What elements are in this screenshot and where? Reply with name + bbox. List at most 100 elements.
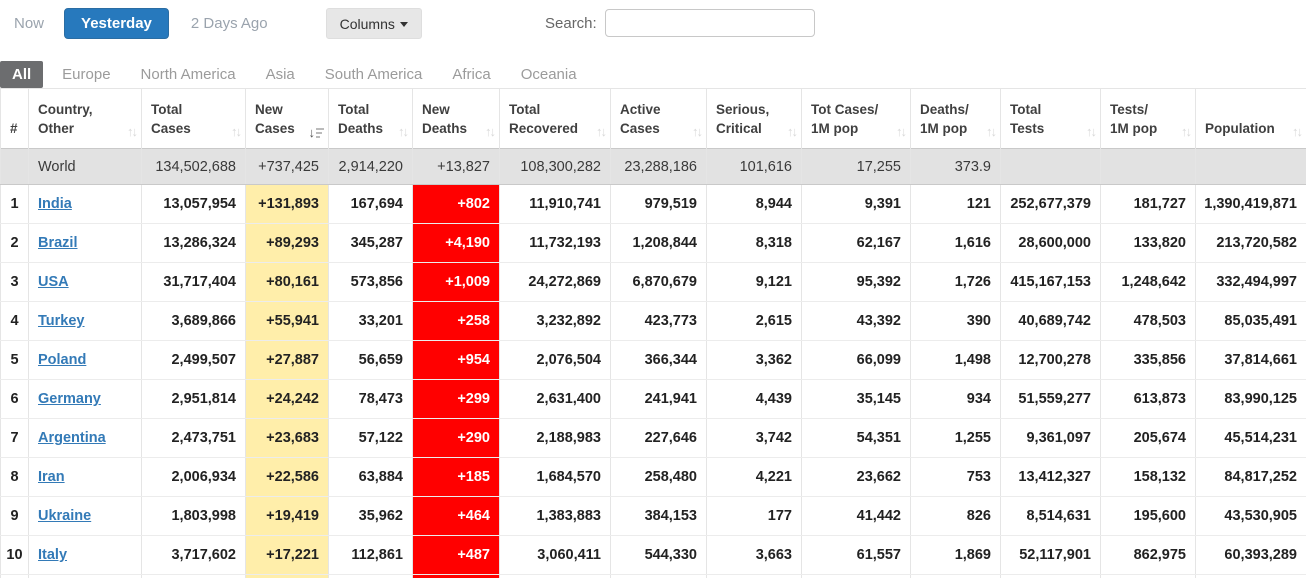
cell-new_deaths: +290: [412, 418, 500, 458]
column-header-new_cases[interactable]: New Cases ↓: [245, 88, 329, 149]
cell-total_deaths: 57,122: [328, 418, 413, 458]
cell-tot_cases_1m: 9,391: [801, 184, 911, 224]
column-header-tests_1m[interactable]: Tests/1M pop ↑↓: [1100, 88, 1196, 149]
cell-total_tests: 252,677,379: [1000, 184, 1101, 224]
country-link[interactable]: Brazil: [38, 235, 78, 251]
country-link[interactable]: Poland: [38, 352, 86, 368]
country-link[interactable]: Iran: [38, 469, 65, 485]
cell-deaths_1m: 373.9: [910, 148, 1001, 185]
column-header-active_cases[interactable]: Active Cases ↑↓: [610, 88, 707, 149]
country-link[interactable]: Argentina: [38, 430, 106, 446]
cell-active_cases: 366,344: [610, 340, 707, 380]
column-header-tot_cases_1m[interactable]: Tot Cases/1M pop ↑↓: [801, 88, 911, 149]
cell-index: 7: [0, 418, 29, 458]
tab-all[interactable]: All: [0, 61, 44, 88]
cell-total_recovered: 24,272,869: [499, 262, 611, 302]
column-header-index: #: [0, 88, 29, 149]
cell-country: [28, 574, 142, 578]
search-input[interactable]: [604, 9, 815, 37]
cell-serious_critical: 4,221: [706, 457, 802, 497]
header-line1: Country,: [38, 101, 93, 117]
country-link[interactable]: Ukraine: [38, 508, 91, 524]
cell-new_deaths: +13,827: [412, 148, 500, 185]
cell-total_tests: 8,514,631: [1000, 496, 1101, 536]
now-button[interactable]: Now: [14, 8, 44, 39]
cell-tot_cases_1m: 17,255: [801, 148, 911, 185]
country-link[interactable]: USA: [38, 274, 69, 290]
table-row-iran: 8 Iran 2,006,934 +22,586 63,884 +185 1,684,570…: [0, 457, 1306, 497]
cell-population: 43,530,905: [1195, 496, 1306, 536]
cell-tot_cases_1m: 62,167: [801, 223, 911, 263]
cell-new_cases: +17,221: [245, 535, 329, 575]
sort-icon: ↑↓: [1086, 124, 1097, 139]
sort-icon: ↑↓: [787, 124, 798, 139]
tab-oceania[interactable]: Oceania: [506, 61, 592, 88]
column-header-total_deaths[interactable]: Total Deaths ↑↓: [328, 88, 413, 149]
column-header-total_cases[interactable]: Total Cases ↑↓: [141, 88, 246, 149]
search-label: Search:: [545, 14, 597, 32]
cell-active_cases: 241,941: [610, 379, 707, 419]
tab-south-america[interactable]: South America: [310, 61, 438, 88]
sort-icon: ↑↓: [896, 124, 907, 139]
cell-new_cases: +19,419: [245, 496, 329, 536]
country-link[interactable]: Italy: [38, 547, 67, 563]
cell-population: 83,990,125: [1195, 379, 1306, 419]
tab-africa[interactable]: Africa: [437, 61, 505, 88]
cell-total_cases: 134,502,688: [141, 148, 246, 185]
column-header-population[interactable]: Population ↑↓: [1195, 88, 1306, 149]
cell-total_recovered: 1,383,883: [499, 496, 611, 536]
country-link[interactable]: Turkey: [38, 313, 84, 329]
table-row-germany: 6 Germany 2,951,814 +24,242 78,473 +299 2,631,…: [0, 379, 1306, 419]
cell-serious_critical: 3,742: [706, 418, 802, 458]
two-days-ago-button[interactable]: 2 Days Ago: [191, 8, 268, 39]
header-line2: Other: [38, 121, 75, 137]
cell-new_deaths: +1,009: [412, 262, 500, 302]
cell-new_cases: +80,161: [245, 262, 329, 302]
country-link[interactable]: Germany: [38, 391, 101, 407]
tab-europe[interactable]: Europe: [47, 61, 125, 88]
column-header-deaths_1m[interactable]: Deaths/1M pop ↑↓: [910, 88, 1001, 149]
table-row-italy: 10 Italy 3,717,602 +17,221 112,861 +487 3,060,…: [0, 535, 1306, 575]
cell-population: [1195, 574, 1306, 578]
cell-population: 85,035,491: [1195, 301, 1306, 341]
country-link[interactable]: India: [38, 196, 72, 212]
tab-asia[interactable]: Asia: [251, 61, 310, 88]
yesterday-button[interactable]: Yesterday: [64, 8, 169, 39]
cell-population: 1,390,419,871: [1195, 184, 1306, 224]
cell-index: 1: [0, 184, 29, 224]
cell-country: Iran: [28, 457, 142, 497]
column-header-serious_critical[interactable]: Serious, Critical ↑↓: [706, 88, 802, 149]
sort-icon: ↑↓: [986, 124, 997, 139]
cell-total_recovered: 3,060,411: [499, 535, 611, 575]
header-line1: Serious,: [716, 101, 770, 117]
cell-serious_critical: 2,615: [706, 301, 802, 341]
cell-tests_1m: 195,600: [1100, 496, 1196, 536]
cell-active_cases: 1,208,844: [610, 223, 707, 263]
column-header-country[interactable]: Country, Other ↑↓: [28, 88, 142, 149]
cell-serious_critical: 3,362: [706, 340, 802, 380]
cell-total_deaths: 167,694: [328, 184, 413, 224]
column-header-total_tests[interactable]: Total Tests ↑↓: [1000, 88, 1101, 149]
column-header-new_deaths[interactable]: New Deaths ↑↓: [412, 88, 500, 149]
cell-population: [1195, 148, 1306, 185]
cell-total_tests: 40,689,742: [1000, 301, 1101, 341]
cell-total_tests: 51,559,277: [1000, 379, 1101, 419]
cell-serious_critical: 101,616: [706, 148, 802, 185]
cell-total_cases: 1,803,998: [141, 496, 246, 536]
columns-dropdown-button[interactable]: Columns: [325, 8, 422, 39]
cell-total_deaths: 33,201: [328, 301, 413, 341]
cell-new_deaths: +954: [412, 340, 500, 380]
cell-new_deaths: +802: [412, 184, 500, 224]
tab-north-america[interactable]: North America: [126, 61, 251, 88]
cell-active_cases: 423,773: [610, 301, 707, 341]
column-header-total_recovered[interactable]: Total Recovered ↑↓: [499, 88, 611, 149]
header-line2: Tests: [1010, 121, 1045, 137]
cell-new_deaths: +185: [412, 457, 500, 497]
header-line1: Tests/: [1110, 101, 1149, 117]
cell-active_cases: 258,480: [610, 457, 707, 497]
header-line2: Recovered: [509, 121, 579, 137]
cell-tot_cases_1m: 35,145: [801, 379, 911, 419]
cell-country: Germany: [28, 379, 142, 419]
cell-total_cases: 2,951,814: [141, 379, 246, 419]
sort-icon: ↑↓: [398, 124, 409, 139]
